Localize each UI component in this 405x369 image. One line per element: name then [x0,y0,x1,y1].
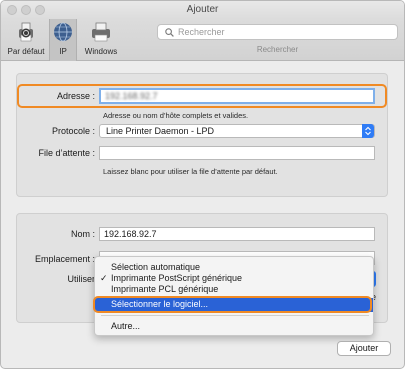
name-label: Nom : [70,229,95,239]
default-printer-icon [19,22,33,42]
address-hint: Adresse ou nom d’hôte complets et valide… [103,111,249,120]
menu-item-label: Autre... [111,321,141,331]
add-printer-window: Ajouter Par défaut IP Windows Rechercher… [0,0,405,369]
checkmark-icon: ✓ [100,273,108,283]
location-label: Emplacement : [34,254,95,264]
search-placeholder: Rechercher [178,27,225,37]
select-arrows-icon [362,124,374,138]
toolbar-ip-label: IP [59,47,67,56]
menu-item-label: Sélection automatique [111,262,201,272]
window-title: Ajouter [186,4,219,15]
protocol-select[interactable]: Line Printer Daemon - LPD [99,124,375,138]
queue-label: File d’attente : [38,148,95,158]
address-highlight [17,84,387,108]
search-label: Rechercher [256,45,299,54]
globe-icon [54,22,72,42]
queue-input[interactable] [99,146,375,160]
toolbar-windows-label: Windows [84,47,118,56]
search-icon [165,28,174,37]
toolbar-default-label: Par défaut [7,47,45,56]
menu-item-other[interactable]: Autre... [95,321,373,332]
toolbar-ip-button[interactable]: IP [49,19,77,61]
menu-item-highlight [93,296,372,313]
queue-hint: Laissez blanc pour utiliser la file d’at… [103,167,278,176]
menu-item-auto-select[interactable]: Sélection automatique [95,262,373,273]
protocol-value: Line Printer Daemon - LPD [106,126,215,136]
toolbar: Par défaut IP Windows Rechercher Recherc… [1,19,404,61]
toolbar-default-button[interactable]: Par défaut [5,19,47,61]
menu-item-label: Imprimante PCL générique [111,284,219,294]
search-field[interactable]: Rechercher [157,24,398,40]
menu-separator [101,315,369,316]
name-input[interactable]: 192.168.92.7 [99,227,375,241]
add-button[interactable]: Ajouter [337,341,391,356]
menu-item-label: Imprimante PostScript générique [111,273,243,283]
title-bar: Ajouter [1,1,404,19]
menu-item-generic-postscript[interactable]: ✓ Imprimante PostScript générique [95,273,373,284]
protocol-label: Protocole : [51,126,95,136]
windows-printer-icon [92,22,110,42]
use-label: Utiliser [67,274,95,284]
toolbar-windows-button[interactable]: Windows [81,19,121,61]
menu-item-generic-pcl[interactable]: Imprimante PCL générique [95,284,373,295]
